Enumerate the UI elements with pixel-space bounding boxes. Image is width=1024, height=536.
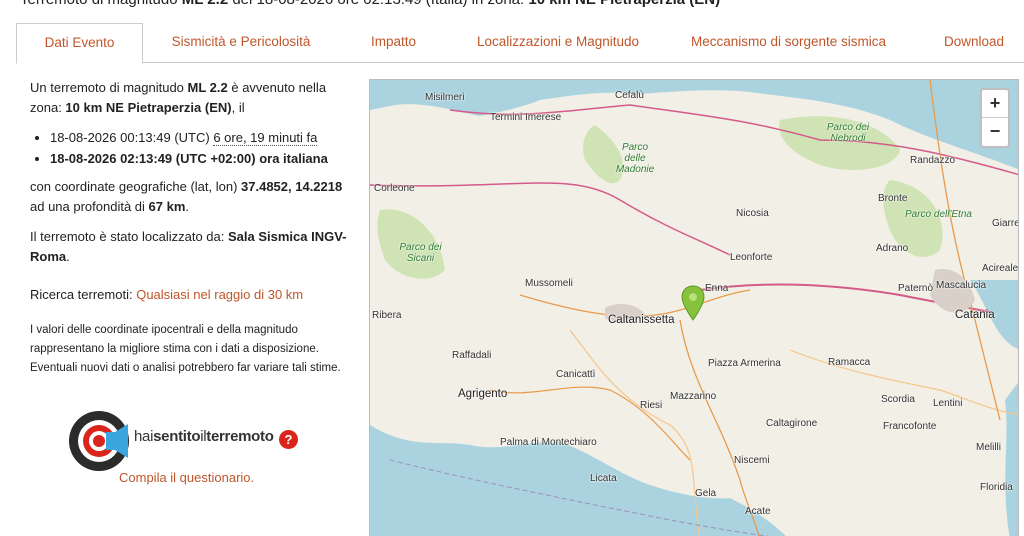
place-label: Francofonte [883, 421, 937, 432]
tab-bar: Dati Evento Sismicità e Pericolosità Imp… [16, 23, 1024, 64]
place-label: Gela [695, 488, 717, 499]
place-label: Mussomeli [525, 278, 573, 289]
place-label: Randazzo [910, 155, 956, 166]
place-label: Catania [955, 309, 995, 321]
park-label: Parco dell'Etna [905, 209, 972, 220]
zoom-in-button[interactable]: + [982, 90, 1008, 118]
epicenter-map[interactable]: Misilmeri Cefalù Termini Imerese Parco d… [369, 79, 1019, 536]
place-label: Riesi [640, 400, 663, 411]
park-label: Parco dei Nebrodi [826, 122, 870, 144]
place-label: Agrigento [458, 388, 508, 400]
place-label: Niscemi [734, 455, 770, 466]
tab-download[interactable]: Download [934, 23, 1014, 63]
place-label: Corleone [374, 183, 415, 194]
tab-dati-evento[interactable]: Dati Evento [16, 23, 143, 64]
event-coords: con coordinate geografiche (lat, lon) 37… [30, 179, 343, 214]
tab-localizzazioni[interactable]: Localizzazioni e Magnitudo [468, 23, 648, 63]
page-title: Terremoto di magnitudo ML 2.2 del 18-08-… [20, 0, 720, 8]
place-label: Caltanissetta [608, 314, 675, 326]
park-label: Parco dei Sicani [399, 242, 442, 264]
event-details: Un terremoto di magnitudo ML 2.2 è avven… [30, 78, 350, 388]
place-label: Paternò [898, 283, 934, 294]
place-label: Misilmeri [425, 92, 465, 103]
zoom-control: + − [980, 88, 1010, 148]
park-label: Parco delle Madonie [615, 142, 655, 175]
place-label: Acate [745, 506, 771, 517]
place-label: Nicosia [736, 208, 769, 219]
place-label: Cefalù [615, 90, 644, 101]
place-label: Floridia [980, 482, 1013, 493]
place-label: Canicattì [556, 369, 596, 380]
local-time: 18-08-2026 02:13:49 (UTC +02:00) ora ita… [50, 149, 350, 169]
event-located-by: Il terremoto è stato localizzato da: Sal… [30, 229, 347, 264]
place-label: Scordia [881, 394, 915, 405]
event-intro: Un terremoto di magnitudo ML 2.2 è avven… [30, 80, 327, 115]
hst-logo-icon [69, 411, 129, 471]
place-label: Ribera [372, 310, 402, 321]
tab-sismicita[interactable]: Sismicità e Pericolosità [156, 23, 326, 63]
place-label: Ramacca [828, 357, 871, 368]
place-label: Enna [705, 283, 729, 294]
place-label: Palma di Montechiaro [500, 437, 597, 448]
hai-sentito-logo[interactable]: haisentitoilterremoto ? [68, 410, 308, 472]
place-label: Giarre [992, 218, 1019, 229]
epicenter-marker-icon[interactable] [681, 285, 705, 321]
place-label: Termini Imerese [490, 112, 562, 123]
estimate-note: I valori delle coordinate ipocentrali e … [30, 324, 341, 374]
place-label: Lentini [933, 398, 963, 409]
help-icon[interactable]: ? [279, 430, 298, 449]
hst-wordmark: haisentitoilterremoto [134, 428, 274, 445]
place-label: Acireale [982, 263, 1019, 274]
tab-meccanismo[interactable]: Meccanismo di sorgente sismica [681, 23, 896, 63]
place-label: Mascalucia [936, 280, 987, 291]
place-label: Caltagirone [766, 418, 818, 429]
time-ago: 6 ore, 19 minuti fa [213, 130, 318, 146]
tab-impatto[interactable]: Impatto [351, 23, 436, 63]
zoom-out-button[interactable]: − [982, 118, 1008, 146]
search-radius-link[interactable]: Qualsiasi nel raggio di 30 km [136, 287, 303, 302]
event-times: 18-08-2026 00:13:49 (UTC) 6 ore, 19 minu… [50, 128, 350, 169]
place-label: Leonforte [730, 252, 773, 263]
utc-time: 18-08-2026 00:13:49 (UTC) 6 ore, 19 minu… [50, 128, 350, 148]
place-label: Piazza Armerina [708, 358, 781, 369]
place-label: Mazzarino [670, 391, 717, 402]
place-label: Bronte [878, 193, 908, 204]
place-label: Licata [590, 473, 617, 484]
place-label: Raffadali [452, 350, 492, 361]
search-row: Ricerca terremoti: Qualsiasi nel raggio … [30, 287, 304, 302]
place-label: Adrano [876, 243, 909, 254]
place-label: Melilli [976, 442, 1001, 453]
questionnaire-link[interactable]: Compila il questionario. [119, 470, 254, 485]
